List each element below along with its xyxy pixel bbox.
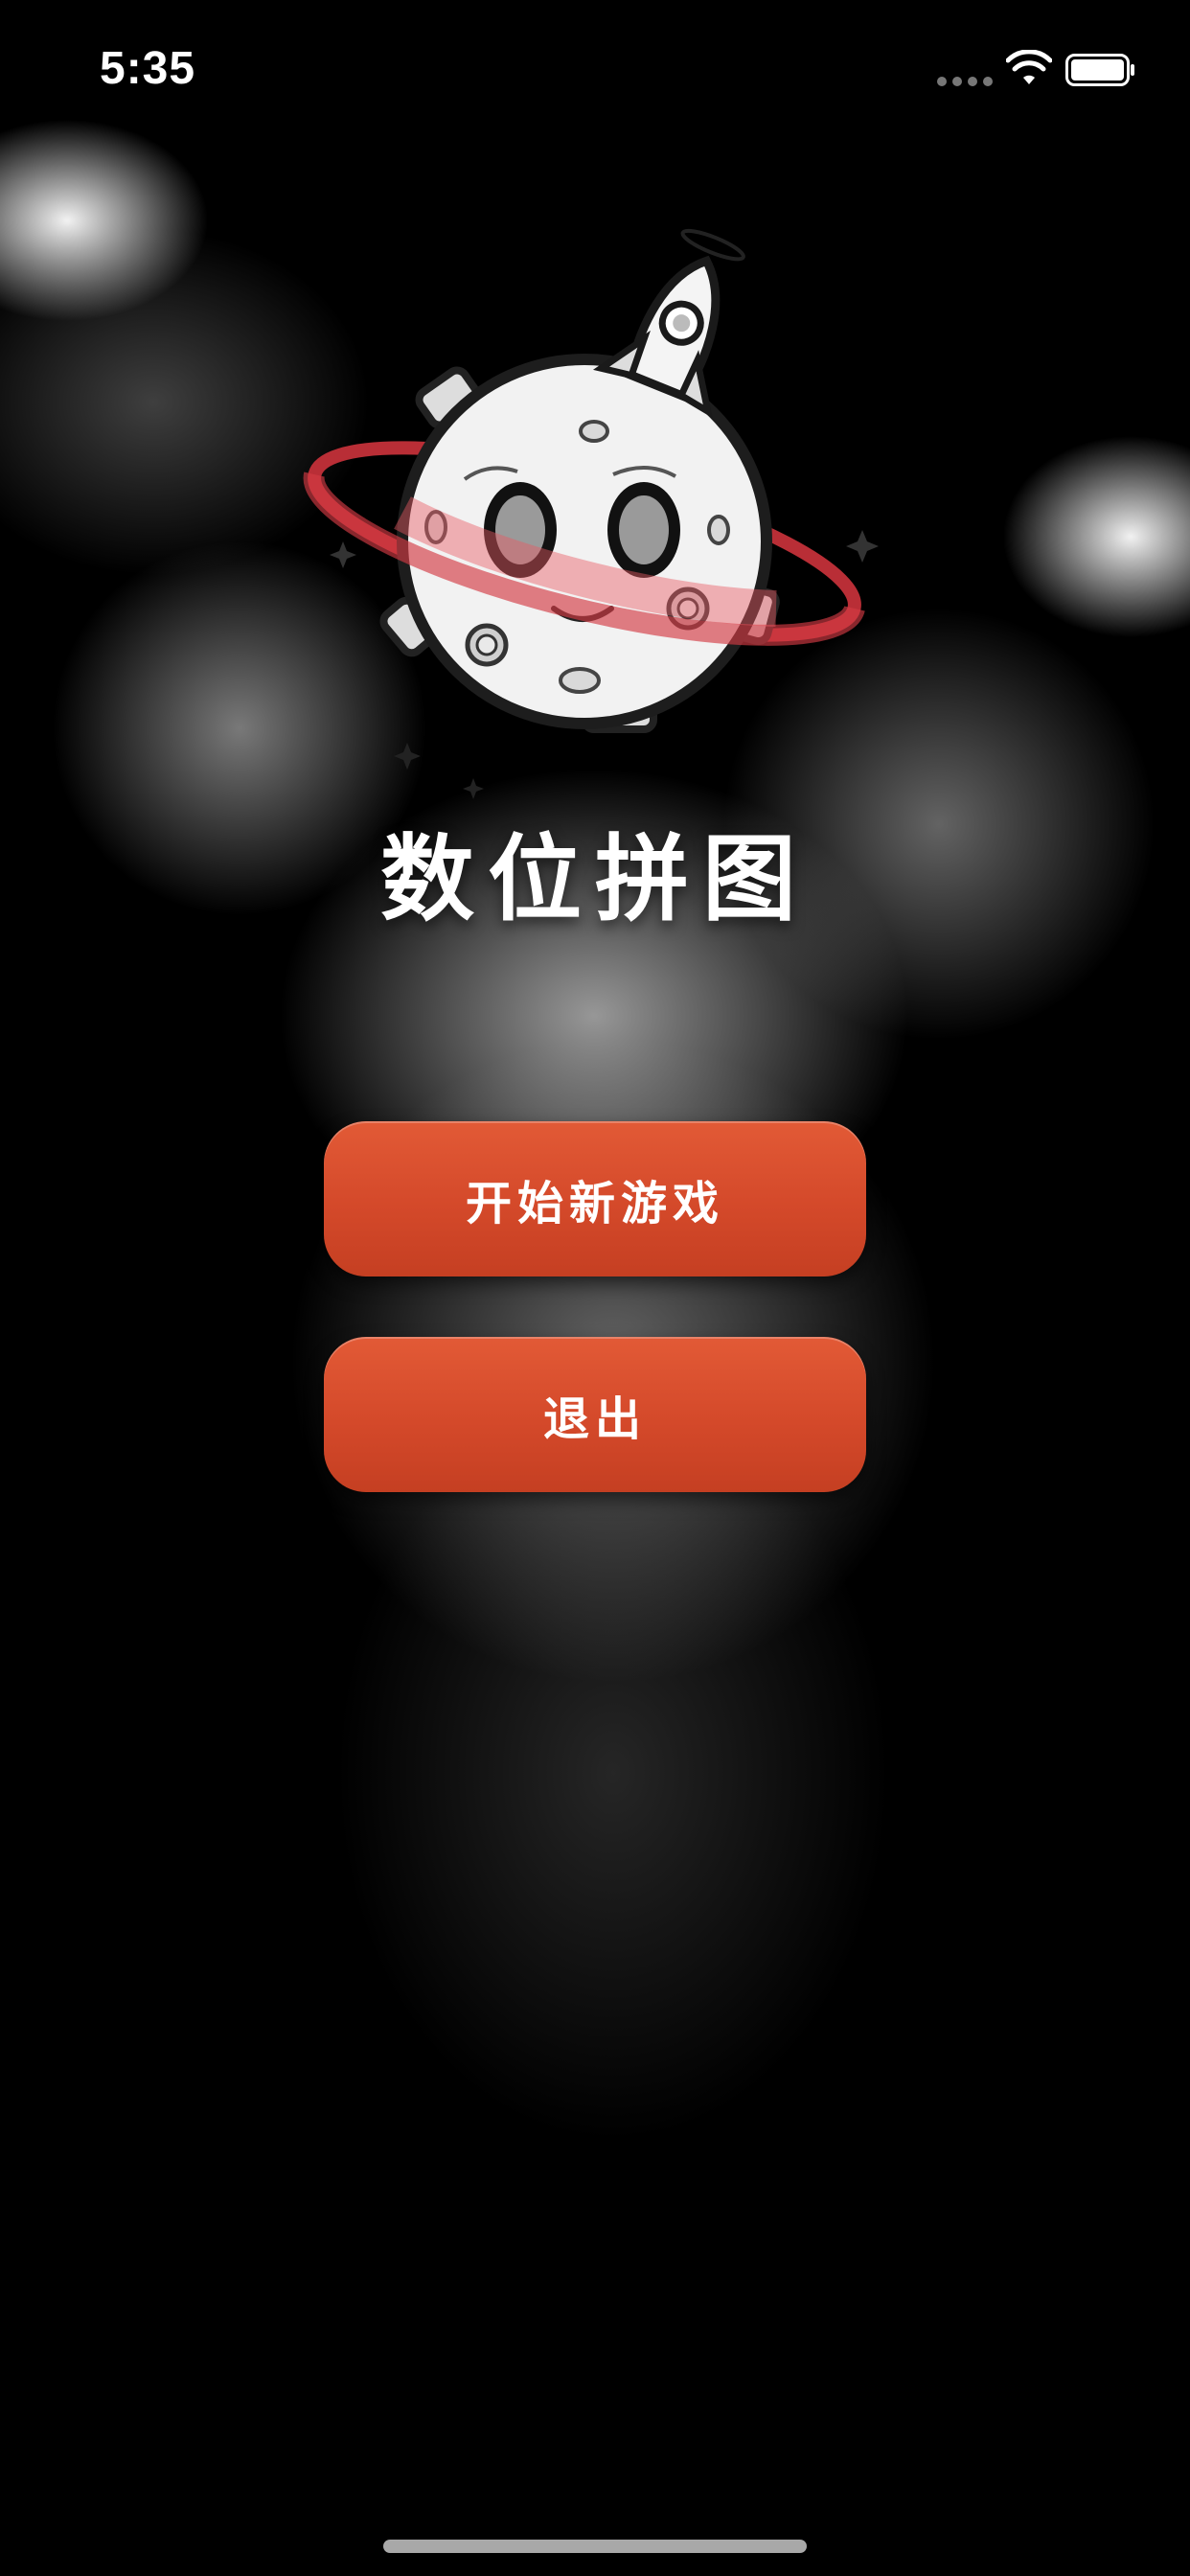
cellular-signal-icon xyxy=(937,77,993,86)
battery-icon xyxy=(1065,54,1134,86)
sparkle-icon xyxy=(394,743,421,770)
start-new-game-button[interactable]: 开始新游戏 xyxy=(324,1121,866,1276)
status-bar: 5:35 xyxy=(0,0,1190,134)
exit-button[interactable]: 退出 xyxy=(324,1337,866,1492)
sparkle-icon xyxy=(463,778,484,799)
sparkle-icon xyxy=(846,530,879,563)
sparkle-icon xyxy=(330,541,356,568)
home-indicator[interactable] xyxy=(383,2540,807,2553)
moon-mascot-logo xyxy=(303,228,879,799)
game-title: 数位拼图 xyxy=(379,825,810,934)
wifi-icon xyxy=(1006,50,1052,84)
status-time: 5:35 xyxy=(100,43,196,94)
game-menu-screen: 5:35 数位拼图 开始新游戏 退出 xyxy=(0,0,1190,2576)
